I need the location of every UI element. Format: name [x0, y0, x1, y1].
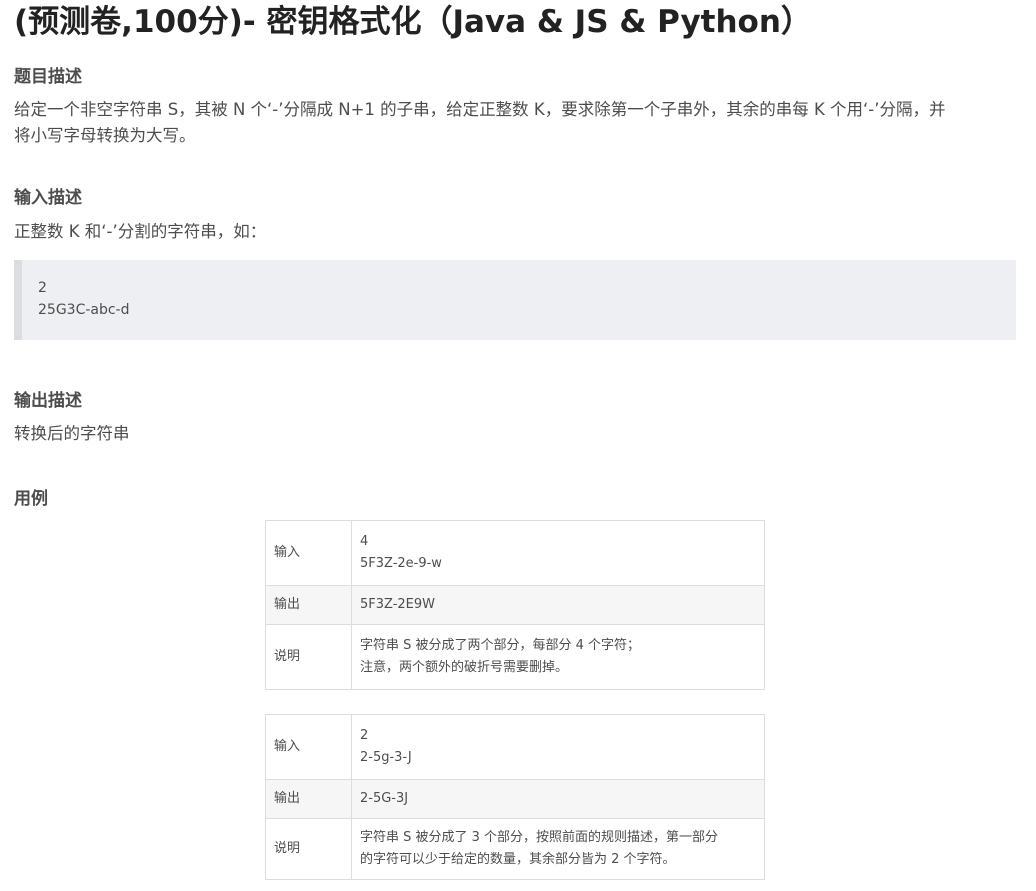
output-description: 转换后的字符串 — [14, 424, 130, 443]
problem-line-1: 给定一个非空字符串 S，其被 N 个‘-’分隔成 N+1 的子串，给定正整数 K… — [14, 100, 946, 119]
input-line: 2 — [360, 728, 369, 743]
output-value: 5F3Z-2E9W — [351, 585, 765, 625]
table-row: 输出 5F3Z-2E9W — [265, 585, 765, 625]
table-row: 输入 2 2-5g-3-J — [265, 714, 765, 780]
problem-line-2: 将小写字母转换为大写。 — [14, 126, 196, 145]
page-title: (预测卷,100分)- 密钥格式化（Java & JS & Python） — [14, 4, 812, 40]
section-heading-problem: 题目描述 — [14, 67, 82, 87]
note-line: 注意，两个额外的破折号需要删掉。 — [360, 660, 569, 675]
note-label: 说明 — [265, 818, 352, 880]
note-line: 的字符可以少于给定的数量，其余部分皆为 2 个字符。 — [360, 852, 676, 867]
input-label: 输入 — [265, 520, 352, 586]
example-table: 输入 4 5F3Z-2e-9-w 输出 5F3Z-2E9W 说明 字符串 S 被… — [265, 520, 765, 690]
output-label: 输出 — [265, 779, 352, 819]
output-label: 输出 — [265, 585, 352, 625]
problem-description: 给定一个非空字符串 S，其被 N 个‘-’分隔成 N+1 的子串，给定正整数 K… — [14, 97, 1016, 149]
input-label: 输入 — [265, 714, 352, 780]
input-line: 2-5g-3-J — [360, 750, 412, 765]
section-heading-output: 输出描述 — [14, 391, 82, 411]
section-heading-input: 输入描述 — [14, 188, 82, 208]
input-value: 4 5F3Z-2e-9-w — [351, 520, 765, 586]
input-line: 4 — [360, 534, 369, 549]
code-line: 25G3C-abc-d — [38, 302, 130, 318]
section-heading-examples: 用例 — [14, 489, 48, 509]
input-code-block: 2 25G3C-abc-d — [14, 260, 1016, 340]
input-line: 5F3Z-2e-9-w — [360, 556, 442, 571]
example-table: 输入 2 2-5g-3-J 输出 2-5G-3J 说明 字符串 S 被分成了 3… — [265, 714, 765, 880]
note-label: 说明 — [265, 624, 352, 690]
table-row: 说明 字符串 S 被分成了两个部分，每部分 4 个字符； 注意，两个额外的破折号… — [265, 624, 765, 690]
input-value: 2 2-5g-3-J — [351, 714, 765, 780]
note-value: 字符串 S 被分成了两个部分，每部分 4 个字符； 注意，两个额外的破折号需要删… — [351, 624, 765, 690]
table-row: 说明 字符串 S 被分成了 3 个部分，按照前面的规则描述，第一部分 的字符可以… — [265, 818, 765, 880]
note-value: 字符串 S 被分成了 3 个部分，按照前面的规则描述，第一部分 的字符可以少于给… — [351, 818, 765, 880]
output-value: 2-5G-3J — [351, 779, 765, 819]
note-line: 字符串 S 被分成了两个部分，每部分 4 个字符； — [360, 638, 641, 653]
input-description: 正整数 K 和‘-’分割的字符串，如： — [14, 222, 267, 241]
table-row: 输出 2-5G-3J — [265, 779, 765, 819]
table-row: 输入 4 5F3Z-2e-9-w — [265, 520, 765, 586]
code-line: 2 — [38, 280, 47, 296]
note-line: 字符串 S 被分成了 3 个部分，按照前面的规则描述，第一部分 — [360, 830, 719, 845]
